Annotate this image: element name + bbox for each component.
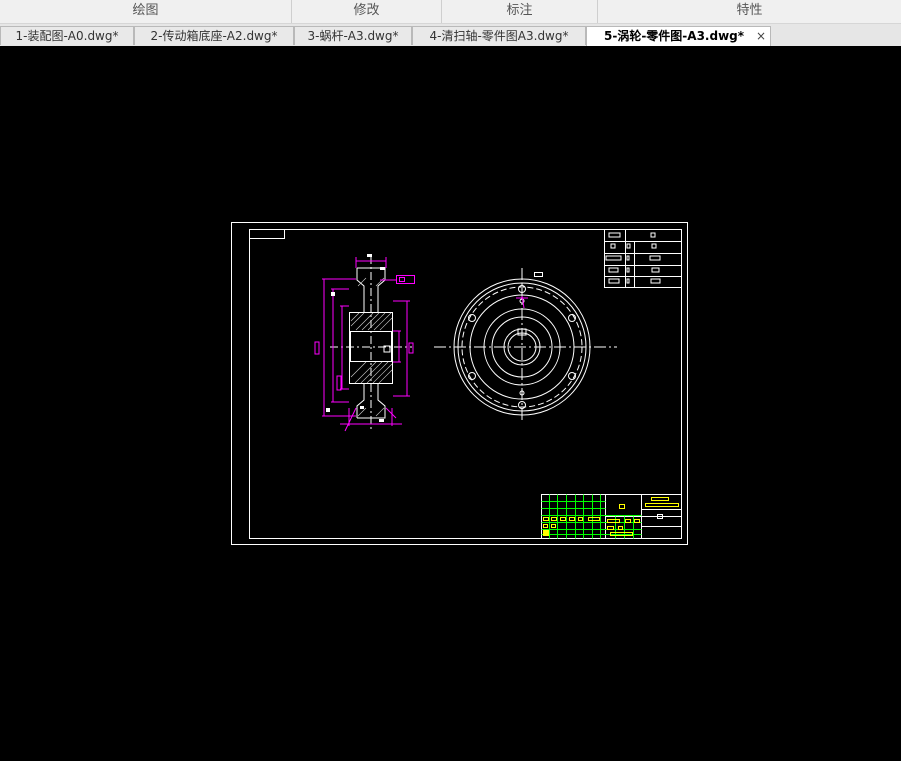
ribbon-group-label: 绘图	[132, 3, 159, 18]
ribbon-group-modify[interactable]: 修改	[292, 0, 442, 23]
ribbon-group-annotate[interactable]: 标注	[442, 0, 598, 23]
tab-worm-wheel-a3[interactable]: 5-涡轮-零件图-A3.dwg* ×	[586, 26, 771, 46]
ribbon-group-properties[interactable]: 特性	[598, 0, 901, 23]
tab-worm-a3[interactable]: 3-蜗杆-A3.dwg*	[294, 26, 412, 45]
title-block	[541, 494, 682, 539]
gear-parameter-table	[604, 229, 682, 288]
ribbon-group-label: 特性	[736, 3, 763, 18]
drawing-number-box	[249, 229, 285, 239]
tab-label: 1-装配图-A0.dwg*	[15, 29, 119, 43]
tab-cleaning-shaft-a3[interactable]: 4-清扫轴-零件图A3.dwg*	[412, 26, 586, 45]
drawing-sheet	[231, 222, 688, 545]
sheet-outer-border	[231, 222, 688, 545]
ribbon-group-label: 修改	[353, 3, 380, 18]
tab-label: 4-清扫轴-零件图A3.dwg*	[429, 29, 569, 43]
tab-label: 3-蜗杆-A3.dwg*	[307, 29, 399, 43]
section-view	[314, 254, 415, 432]
front-view	[434, 268, 617, 420]
front-view-dimension	[516, 295, 528, 309]
close-icon[interactable]: ×	[756, 27, 766, 46]
drawing-canvas[interactable]	[0, 46, 901, 761]
tab-label: 2-传动箱底座-A2.dwg*	[150, 29, 278, 43]
ribbon-group-draw[interactable]: 绘图	[0, 0, 292, 23]
document-tab-bar: 1-装配图-A0.dwg* 2-传动箱底座-A2.dwg* 3-蜗杆-A3.dw…	[0, 24, 901, 47]
ribbon-panel-bar: 绘图 修改 标注 特性	[0, 0, 901, 24]
tab-gearbox-base-a2[interactable]: 2-传动箱底座-A2.dwg*	[134, 26, 294, 45]
tab-assembly-a0[interactable]: 1-装配图-A0.dwg*	[0, 26, 134, 45]
ribbon-group-label: 标注	[506, 3, 533, 18]
tab-label: 5-涡轮-零件图-A3.dwg*	[604, 29, 745, 43]
